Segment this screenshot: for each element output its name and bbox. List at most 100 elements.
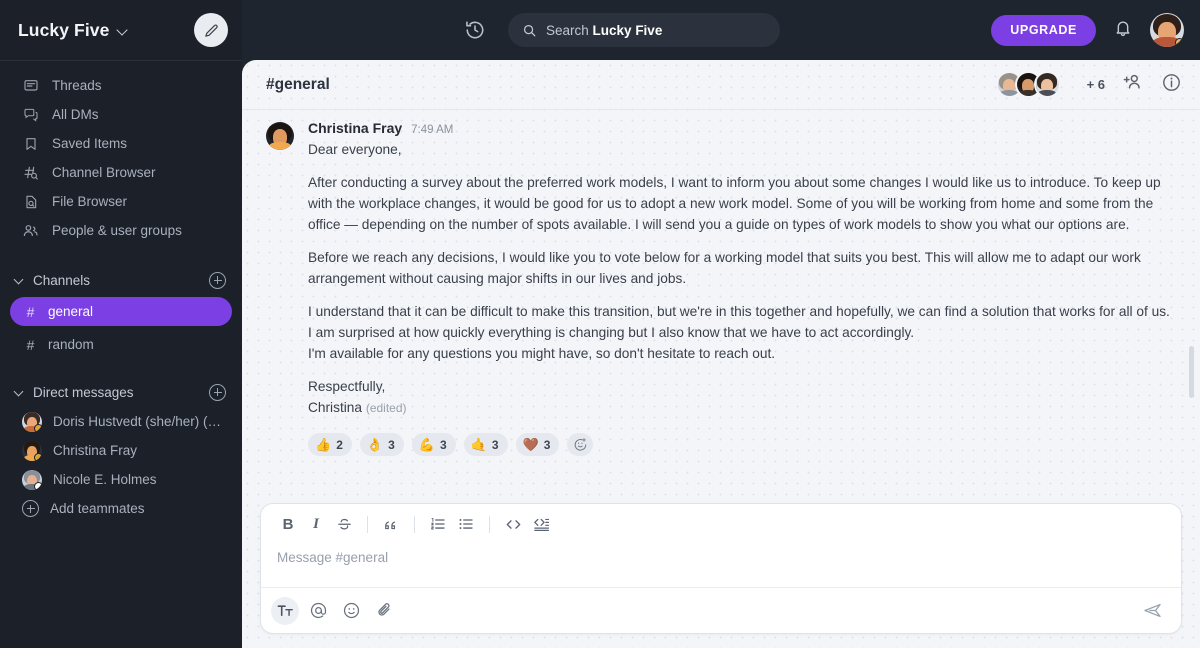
dm-label: Christina Fray	[53, 443, 138, 458]
chevron-down-icon	[14, 274, 26, 286]
channels-section-header[interactable]: Channels	[0, 265, 242, 295]
text-format-icon[interactable]	[271, 596, 299, 625]
add-teammates-button[interactable]: Add teammates	[0, 494, 242, 523]
message-scrollbar[interactable]	[1189, 236, 1194, 503]
sidebar-item-label: File Browser	[52, 194, 128, 209]
chevron-down-icon	[14, 386, 26, 398]
compose-button[interactable]	[194, 13, 228, 47]
member-overflow-count[interactable]: + 6	[1087, 77, 1105, 92]
mention-icon[interactable]	[304, 597, 332, 625]
pencil-icon	[204, 23, 218, 37]
sidebar-dm-nicole-e-holmes[interactable]: Nicole E. Holmes	[0, 465, 242, 494]
message-timestamp: 7:49 AM	[411, 124, 454, 136]
channel-search-icon	[22, 164, 39, 181]
message-signature-line: Christina (edited)	[308, 397, 1170, 419]
emoji-icon[interactable]	[337, 597, 365, 625]
sidebar-item-all-dms[interactable]: All DMs	[0, 100, 242, 129]
channels-section-toggle[interactable]: Channels	[14, 273, 90, 288]
blockquote-button[interactable]	[378, 511, 404, 537]
sidebar-channel-random[interactable]: # random	[10, 330, 232, 359]
add-reaction-icon	[574, 438, 587, 451]
strikethrough-button[interactable]	[331, 511, 357, 537]
plus-circle-icon	[22, 500, 39, 517]
hash-icon: #	[26, 303, 35, 320]
channels-section-label: Channels	[33, 272, 91, 288]
add-dm-button[interactable]	[209, 383, 226, 401]
message-signature: Christina	[308, 400, 363, 415]
code-button[interactable]	[500, 511, 526, 537]
workspace-switcher[interactable]: Lucky Five	[18, 20, 129, 41]
ordered-list-icon	[431, 518, 445, 530]
app-root: Lucky Five Threads All DMs Saved Items C…	[0, 0, 1200, 648]
call-me-hand-icon: 🤙	[470, 437, 487, 452]
dm-label: Nicole E. Holmes	[53, 472, 157, 487]
composer-actions	[261, 587, 1181, 633]
sidebar-channel-general[interactable]: # general	[10, 297, 232, 326]
dms-section-label: Direct messages	[33, 384, 134, 400]
reaction-count: 3	[491, 437, 499, 452]
reaction-count: 3	[388, 437, 395, 452]
add-reaction-button[interactable]	[567, 433, 594, 456]
search-icon	[523, 24, 536, 36]
message-list: Christina Fray 7:49 AM Dear everyone, Af…	[242, 110, 1200, 503]
search-text: Search Lucky Five	[546, 23, 662, 38]
toolbar-divider	[367, 515, 368, 533]
add-channel-button[interactable]	[209, 271, 226, 289]
italic-button[interactable]: I	[303, 511, 329, 537]
search-input[interactable]: Search Lucky Five	[508, 13, 780, 47]
sidebar: Lucky Five Threads All DMs Saved Items C…	[0, 0, 242, 648]
brown-heart-icon: 🤎	[522, 437, 539, 452]
message-author[interactable]: Christina Fray	[308, 120, 402, 136]
message-paragraph: I understand that it can be difficult to…	[308, 304, 1170, 340]
reaction-bar: 👍 2 👌 3 💪 3 🤙 3 🤎 3	[308, 433, 1170, 462]
channel-label: general	[48, 304, 94, 319]
all-dms-icon	[22, 106, 39, 123]
avatar	[266, 122, 294, 150]
reaction-brown-heart[interactable]: 🤎 3	[515, 433, 560, 456]
member-facepile[interactable]	[995, 71, 1061, 98]
avatar	[22, 411, 42, 432]
sidebar-item-people-user-groups[interactable]: People & user groups	[0, 216, 242, 245]
upgrade-button[interactable]: UPGRADE	[991, 14, 1096, 46]
workspace-name: Lucky Five	[18, 19, 110, 40]
dms-section-header[interactable]: Direct messages	[0, 377, 242, 407]
flexed-biceps-icon: 💪	[418, 437, 435, 452]
code-block-button[interactable]	[528, 511, 554, 537]
info-circle-icon[interactable]	[1161, 72, 1182, 98]
sidebar-item-threads[interactable]: Threads	[0, 71, 242, 100]
send-button[interactable]	[1137, 596, 1167, 626]
sidebar-item-file-browser[interactable]: File Browser	[0, 187, 242, 216]
topbar: Search Lucky Five UPGRADE	[242, 0, 1200, 60]
message-header: Christina Fray 7:49 AM	[308, 120, 1170, 136]
dms-section-toggle[interactable]: Direct messages	[14, 385, 134, 400]
edited-label: (edited)	[365, 401, 407, 415]
bold-button[interactable]: B	[275, 511, 301, 537]
reaction-thumbs-up[interactable]: 👍 2	[308, 433, 352, 456]
sidebar-item-label: Threads	[52, 78, 102, 93]
search-scope: Lucky Five	[592, 22, 663, 38]
attachment-icon[interactable]	[370, 597, 398, 625]
page-title: #general	[266, 75, 330, 93]
sidebar-dm-doris-hustvedt[interactable]: Doris Hustvedt (she/her) (…	[0, 407, 242, 436]
formatting-toolbar: B I	[261, 504, 1181, 544]
message-input[interactable]: Message #general	[261, 544, 1181, 587]
sidebar-dm-christina-fray[interactable]: Christina Fray	[0, 436, 242, 465]
ok-hand-icon: 👌	[366, 437, 384, 452]
reaction-ok-hand[interactable]: 👌 3	[359, 433, 404, 456]
bullet-list-button[interactable]	[453, 511, 479, 537]
sidebar-item-channel-browser[interactable]: Channel Browser	[0, 158, 242, 187]
add-person-icon[interactable]	[1122, 71, 1144, 98]
user-avatar[interactable]	[1150, 13, 1184, 47]
sidebar-item-label: Channel Browser	[52, 165, 156, 180]
send-icon	[1143, 603, 1161, 618]
reaction-call-me-hand[interactable]: 🤙 3	[463, 433, 508, 456]
bell-icon[interactable]	[1113, 18, 1133, 43]
ordered-list-button[interactable]	[425, 511, 451, 537]
dm-label: Doris Hustvedt (she/her) (…	[53, 414, 222, 429]
sidebar-item-label: All DMs	[52, 107, 99, 122]
bullet-list-icon	[459, 518, 473, 530]
history-clock-icon[interactable]	[464, 19, 486, 41]
reaction-flexed-biceps[interactable]: 💪 3	[411, 433, 456, 456]
scrollbar-thumb[interactable]	[1189, 346, 1194, 398]
sidebar-item-saved-items[interactable]: Saved Items	[0, 129, 242, 158]
